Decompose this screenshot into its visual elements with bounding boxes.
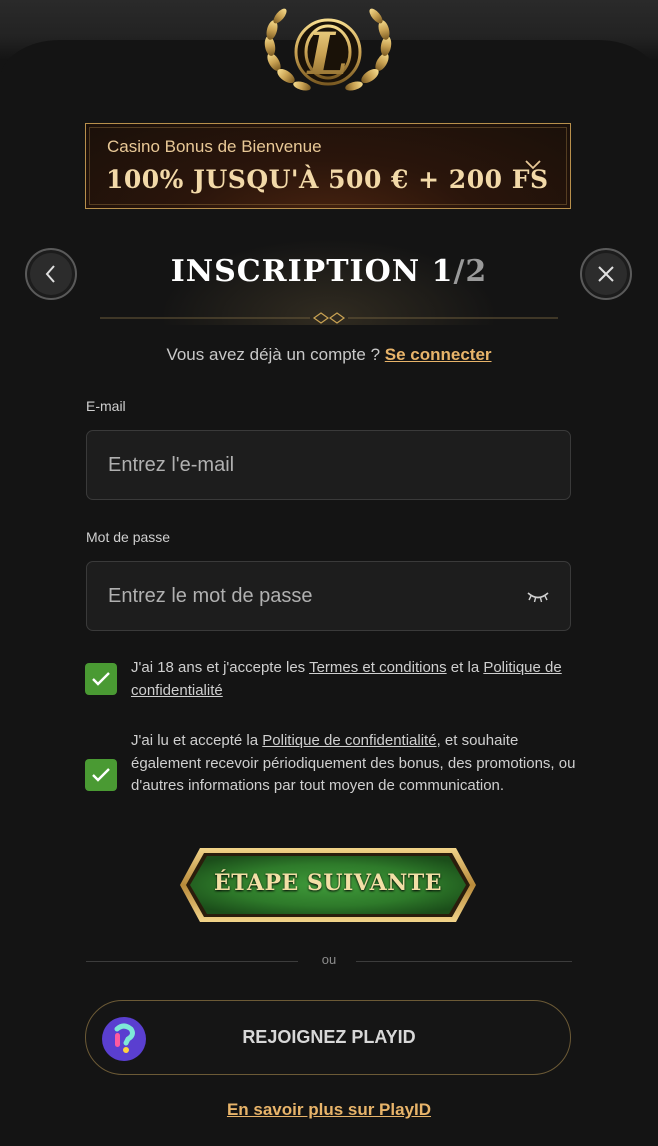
welcome-bonus-dropdown[interactable]: Casino Bonus de Bienvenue 100% JUSQU'À 5… bbox=[85, 123, 571, 209]
chevron-down-icon bbox=[525, 160, 541, 170]
terms-link[interactable]: Termes et conditions bbox=[309, 659, 447, 676]
age-terms-text-part: J'ai 18 ans et j'accepte les bbox=[131, 659, 310, 676]
login-link[interactable]: Se connecter bbox=[385, 345, 492, 364]
close-icon bbox=[598, 266, 614, 282]
title-divider bbox=[100, 312, 558, 324]
logo-letter: L bbox=[306, 20, 349, 88]
age-terms-checkbox[interactable] bbox=[85, 663, 117, 695]
or-divider: ou bbox=[86, 952, 572, 972]
age-terms-text-part: et la bbox=[446, 659, 484, 676]
eye-closed-icon[interactable] bbox=[526, 590, 550, 604]
privacy-policy-link[interactable]: Politique de confidentialité bbox=[262, 732, 436, 749]
casino-logo: L bbox=[264, 8, 392, 91]
marketing-consent-checkbox[interactable] bbox=[85, 759, 117, 791]
email-field-wrapper bbox=[86, 430, 571, 500]
email-label: E-mail bbox=[86, 398, 126, 414]
learn-more-playid-link[interactable]: En savoir plus sur PlayID bbox=[0, 1100, 658, 1120]
marketing-text-part: J'ai lu et accepté la bbox=[131, 732, 263, 749]
title-step-total: /2 bbox=[453, 254, 488, 289]
email-field[interactable] bbox=[87, 431, 570, 499]
login-prompt-text: Vous avez déjà un compte ? bbox=[166, 345, 385, 364]
password-field[interactable] bbox=[87, 562, 570, 630]
age-terms-text: J'ai 18 ans et j'accepte les Termes et c… bbox=[131, 657, 576, 702]
close-button[interactable] bbox=[580, 248, 632, 300]
bonus-label: Casino Bonus de Bienvenue bbox=[107, 137, 322, 156]
playid-label: REJOIGNEZ PLAYID bbox=[242, 1027, 416, 1047]
bonus-amount: 100% JUSQU'À 500 € + 200 FS bbox=[106, 165, 549, 194]
page-title: INSCRIPTION 1/2 bbox=[0, 254, 658, 289]
next-step-button[interactable]: ÉTAPE SUIVANTE bbox=[178, 846, 478, 924]
or-text: ou bbox=[321, 952, 337, 967]
marketing-consent-text: J'ai lu et accepté la Politique de confi… bbox=[131, 730, 576, 798]
checkmark-icon bbox=[92, 672, 110, 686]
next-step-label: ÉTAPE SUIVANTE bbox=[213, 870, 443, 896]
password-field-wrapper bbox=[86, 561, 571, 631]
password-label: Mot de passe bbox=[86, 529, 171, 545]
title-step: INSCRIPTION 1 bbox=[170, 254, 454, 289]
join-playid-button[interactable]: REJOIGNEZ PLAYID bbox=[85, 1000, 571, 1075]
login-prompt: Vous avez déjà un compte ? Se connecter bbox=[0, 345, 658, 365]
checkmark-icon bbox=[92, 768, 110, 782]
